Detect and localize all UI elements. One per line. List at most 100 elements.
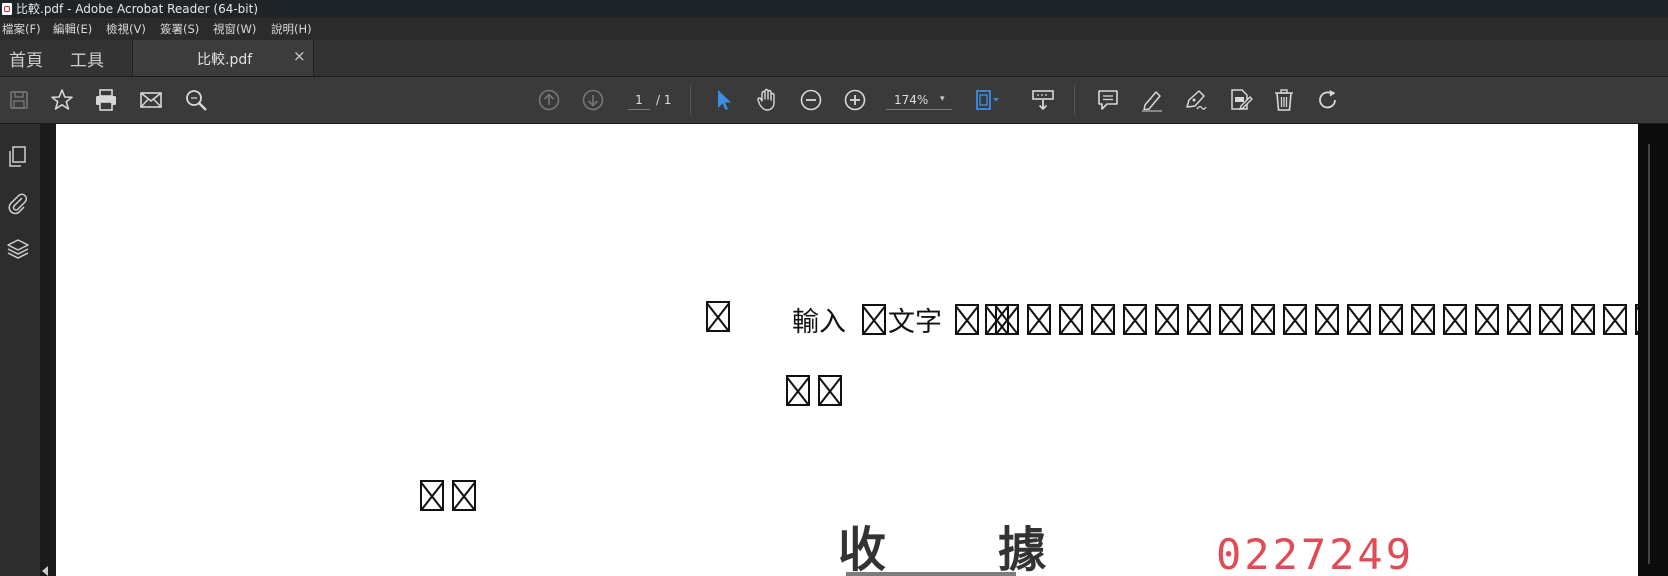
attachments-button[interactable] (5, 190, 31, 216)
keyboard-scroll-icon (1032, 90, 1054, 111)
layers-button[interactable] (5, 236, 31, 262)
window-title: 比較.pdf - Adobe Acrobat Reader (64-bit) (16, 2, 259, 16)
star-icon (51, 89, 73, 110)
missing-glyph-box (1347, 304, 1371, 335)
missing-glyph-box (1475, 304, 1499, 335)
missing-glyph-box (420, 480, 444, 511)
bookmark-button[interactable] (49, 87, 75, 113)
menu-view[interactable]: 檢視(V) (106, 21, 146, 37)
previous-page-button[interactable] (536, 87, 562, 113)
title-bar: 比較.pdf - Adobe Acrobat Reader (64-bit) (0, 0, 1668, 18)
receipt-heading-char: 據 (998, 522, 1047, 576)
search-button[interactable] (183, 87, 209, 113)
sign-button[interactable] (1183, 87, 1209, 113)
menu-sign[interactable]: 簽署(S) (160, 21, 199, 37)
pen-sign-icon (1186, 90, 1207, 110)
toolbar-divider (690, 85, 691, 115)
document-text: 輸入 (792, 307, 846, 338)
missing-glyph-box (862, 304, 886, 335)
missing-glyph-box (452, 480, 476, 511)
missing-glyph-box (1251, 304, 1275, 335)
missing-glyph-box (1123, 304, 1147, 335)
zoom-in-button[interactable] (842, 87, 868, 113)
missing-glyph-box (706, 301, 730, 332)
arrow-down-circle-icon (582, 89, 604, 111)
zoom-level-select[interactable]: 174% ▾ (886, 91, 952, 110)
rotate-button[interactable] (1315, 87, 1341, 113)
scroll-mode-button[interactable] (1030, 87, 1056, 113)
missing-glyph-box (818, 375, 842, 406)
mail-icon (140, 92, 162, 108)
comment-button[interactable] (1095, 87, 1121, 113)
missing-glyph-box (1443, 304, 1467, 335)
next-page-button[interactable] (580, 87, 606, 113)
edit-pdf-button[interactable] (1227, 87, 1253, 113)
page-thumbnails-button[interactable] (5, 144, 31, 170)
cursor-arrow-icon (718, 90, 731, 110)
tab-document[interactable]: 比較.pdf × (132, 40, 314, 76)
menu-window[interactable]: 視窗(W) (213, 21, 256, 37)
missing-glyph-box (1411, 304, 1435, 335)
missing-glyph-box (1283, 304, 1307, 335)
zoom-value: 174% (894, 93, 929, 107)
toolbar-divider (1074, 85, 1075, 115)
zoom-out-button[interactable] (798, 87, 824, 113)
scanned-underline (846, 572, 1016, 576)
arrow-up-circle-icon (538, 89, 560, 111)
delete-button[interactable] (1271, 87, 1297, 113)
email-button[interactable] (138, 87, 164, 113)
missing-glyph-box (1379, 304, 1403, 335)
fit-page-icon (976, 90, 999, 110)
vertical-scrollbar[interactable] (1638, 124, 1668, 576)
page-number-input[interactable]: 1 (628, 91, 650, 110)
minus-circle-icon (800, 89, 822, 111)
missing-glyph-box (786, 375, 810, 406)
collapse-pane-icon[interactable] (42, 566, 48, 576)
missing-glyph-box (1539, 304, 1563, 335)
tabs-bar: 首頁 工具 比較.pdf × (0, 40, 1668, 77)
save-button[interactable] (6, 87, 32, 113)
trash-icon (1275, 89, 1293, 111)
plus-circle-icon (844, 89, 866, 111)
comment-icon (1098, 90, 1118, 110)
missing-glyph-box (1571, 304, 1595, 335)
highlight-button[interactable] (1139, 87, 1165, 113)
page-fit-button[interactable] (974, 87, 1000, 113)
paperclip-icon (8, 193, 28, 215)
missing-glyph-box (955, 304, 979, 335)
highlighter-icon (1142, 91, 1162, 112)
missing-glyph-box (1507, 304, 1531, 335)
pages-icon (9, 146, 26, 167)
close-tab-icon[interactable]: × (293, 47, 306, 65)
receipt-serial-number: 0227249 (1216, 530, 1415, 576)
menu-file[interactable]: 檔案(F) (2, 21, 41, 37)
missing-glyph-box (1219, 304, 1243, 335)
tab-document-label: 比較.pdf (197, 52, 253, 68)
hand-tool-button[interactable] (754, 87, 780, 113)
rotate-icon (1319, 90, 1336, 109)
scrollbar-thumb[interactable] (1648, 144, 1650, 564)
missing-glyph-box (1091, 304, 1115, 335)
pdf-app-icon (2, 3, 12, 15)
menu-edit[interactable]: 編輯(E) (53, 21, 92, 37)
hand-icon (757, 88, 775, 111)
menu-help[interactable]: 說明(H) (271, 21, 312, 37)
tab-tools[interactable]: 工具 (70, 46, 104, 71)
left-navigation-pane (0, 124, 40, 576)
page-total: / 1 (656, 93, 672, 107)
document-text: 文字 (888, 307, 942, 338)
missing-glyph-box (1187, 304, 1211, 335)
missing-glyph-box (1027, 304, 1051, 335)
select-tool-button[interactable] (710, 87, 736, 113)
edit-document-icon (1231, 89, 1253, 111)
main-toolbar: 1 / 1 174% ▾ (0, 77, 1668, 124)
layers-icon (7, 239, 29, 259)
printer-icon (96, 89, 116, 111)
print-button[interactable] (93, 87, 119, 113)
menu-bar: 檔案(F) 編輯(E) 檢視(V) 簽署(S) 視窗(W) 說明(H) (0, 18, 1668, 40)
pane-gutter (40, 124, 56, 576)
tab-home[interactable]: 首頁 (9, 46, 43, 71)
missing-glyph-box (1603, 304, 1627, 335)
missing-glyph-box (1155, 304, 1179, 335)
pdf-page[interactable]: 輸入 文字 收 據 0227249 (56, 124, 1638, 576)
